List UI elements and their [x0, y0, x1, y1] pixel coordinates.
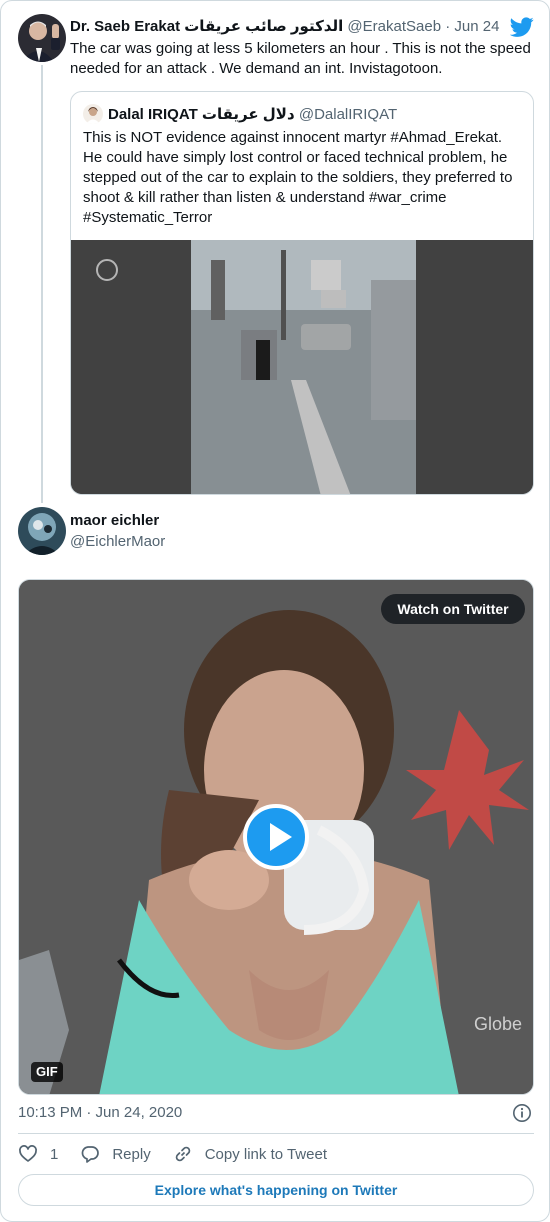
tweet-text: The car was going at less 5 kilometers a… [70, 40, 531, 77]
reply-button[interactable]: Reply [80, 1144, 151, 1164]
gif-badge: GIF [31, 1062, 63, 1082]
reply-label: Reply [112, 1145, 151, 1163]
explore-button[interactable]: Explore what's happening on Twitter [18, 1174, 534, 1206]
reply-author-name[interactable]: maor eichler [70, 512, 159, 529]
twitter-bird-icon[interactable] [510, 15, 534, 39]
play-icon[interactable] [243, 804, 309, 870]
tweet-date[interactable]: Jun 24, 2020 [454, 18, 500, 35]
quoted-text: This is NOT evidence against innocent ma… [83, 129, 513, 226]
quoted-avatar [83, 104, 103, 124]
watch-on-twitter-button[interactable]: Watch on Twitter [381, 594, 525, 624]
quoted-tweet[interactable]: Dalal IRIQAT دلال عريقات @DalalIRIQAT Th… [70, 91, 534, 495]
author-name[interactable]: Dr. Saeb Erakat الدكتور صائب عريقات [70, 18, 343, 35]
avatar[interactable] [18, 14, 66, 62]
reply-icon [81, 1146, 100, 1163]
reply-avatar[interactable] [18, 507, 66, 555]
tweet-actions: 1 Reply Copy link to Tweet [18, 1143, 349, 1165]
quoted-author-handle: @DalalIRIQAT [298, 106, 398, 123]
svg-text:Globe: Globe [474, 1014, 522, 1034]
reply-gif-media[interactable]: Globe Watch on Twitter GIF [18, 579, 534, 1095]
quoted-video-thumbnail[interactable] [71, 240, 533, 494]
copy-link-label: Copy link to Tweet [204, 1145, 327, 1163]
info-icon[interactable] [512, 1103, 532, 1123]
quoted-header: Dalal IRIQAT دلال عريقات @DalalIRIQAT [108, 105, 397, 125]
tweet-embed-card: Dr. Saeb Erakat الدكتور صائب عريقات @Era… [0, 0, 550, 1222]
reply-author-handle[interactable]: @EichlerMaor [70, 532, 165, 552]
tweet-timestamp[interactable]: 10:13 PM · Jun 24, 2020 [18, 1103, 182, 1123]
like-button[interactable]: 1 [18, 1144, 58, 1164]
separator: · [441, 18, 455, 35]
tweet-header: Dr. Saeb Erakat الدكتور صائب عريقات @Era… [70, 17, 500, 37]
link-icon [175, 1146, 190, 1162]
quoted-author-name: Dalal IRIQAT دلال عريقات [108, 106, 295, 123]
divider [18, 1133, 534, 1134]
author-handle[interactable]: @ErakatSaeb [347, 18, 441, 35]
reply-header: maor eichler @EichlerMaor [70, 511, 165, 552]
heart-icon [19, 1145, 37, 1162]
thread-line [41, 65, 43, 503]
copy-link-button[interactable]: Copy link to Tweet [173, 1144, 327, 1164]
like-count: 1 [50, 1145, 59, 1163]
